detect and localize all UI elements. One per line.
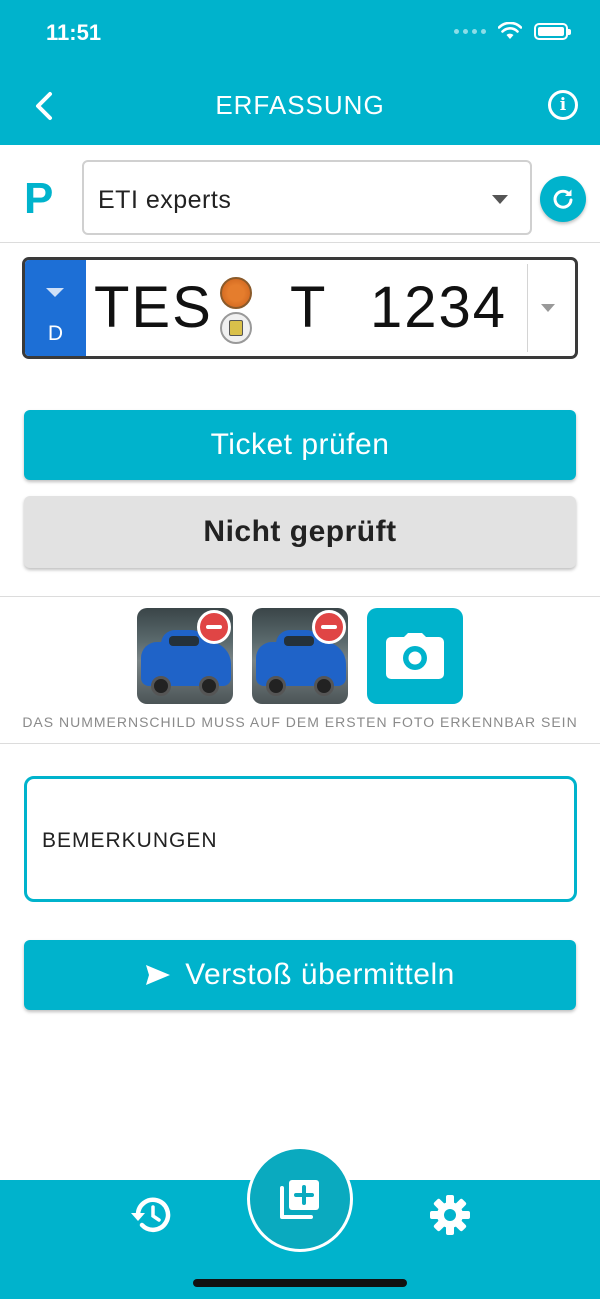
wifi-icon: [498, 22, 522, 39]
home-indicator: [193, 1279, 407, 1287]
new-capture-button[interactable]: [247, 1146, 353, 1252]
remove-photo-button[interactable]: [197, 610, 231, 644]
photo-thumbnail[interactable]: [137, 608, 233, 704]
plate-country-code: D: [47, 322, 64, 345]
gear-icon: [430, 1195, 470, 1235]
page-title: ERFASSUNG: [215, 90, 385, 120]
divider: [0, 743, 600, 744]
registration-seal-icon: [220, 312, 252, 344]
plate-history-dropdown[interactable]: [527, 264, 567, 352]
camera-icon: [386, 633, 444, 679]
divider: [0, 596, 600, 597]
submit-violation-label: Verstoß übermitteln: [185, 958, 455, 991]
chevron-down-icon: [492, 195, 508, 204]
car-wheel: [314, 676, 334, 696]
photo-thumbnail[interactable]: [252, 608, 348, 704]
refresh-icon: [553, 189, 573, 209]
license-plate[interactable]: D TES T 1234: [22, 257, 578, 359]
chevron-down-icon: [46, 288, 64, 297]
car-wheel: [151, 676, 171, 696]
history-tab[interactable]: [128, 1193, 172, 1237]
parking-icon: P: [24, 174, 54, 223]
not-checked-button[interactable]: Nicht geprüft: [24, 496, 576, 568]
info-button[interactable]: i: [548, 90, 578, 120]
status-indicators: [454, 22, 571, 40]
battery-icon: [534, 22, 571, 40]
operator-select-value: ETI experts: [98, 186, 232, 214]
car-wheel: [266, 676, 286, 696]
plate-country-selector[interactable]: D: [25, 260, 86, 356]
inspection-seal-icon: [220, 277, 252, 309]
minus-icon: [321, 625, 337, 629]
plate-number[interactable]: 1234: [370, 274, 507, 341]
check-ticket-button[interactable]: Ticket prüfen: [24, 410, 576, 480]
plate-letters[interactable]: T: [290, 274, 327, 341]
plate-seals: [220, 277, 254, 344]
plate-district[interactable]: TES: [94, 274, 213, 341]
send-icon: [146, 965, 171, 985]
remove-photo-button[interactable]: [312, 610, 346, 644]
status-time: 11:51: [46, 20, 102, 45]
submit-violation-button[interactable]: Verstoß übermitteln: [24, 940, 576, 1010]
history-icon: [131, 1197, 171, 1233]
remarks-input[interactable]: BEMERKUNGEN: [24, 776, 577, 902]
refresh-button[interactable]: [540, 176, 586, 222]
app-header: 11:51 ERFASSUNG i: [0, 0, 600, 145]
add-photo-button[interactable]: [367, 608, 463, 704]
info-icon: i: [559, 95, 567, 115]
signal-icon: [454, 28, 486, 34]
photo-hint: DAS NUMMERNSCHILD MUSS AUF DEM ERSTEN FO…: [22, 714, 578, 730]
divider: [0, 242, 600, 243]
settings-tab[interactable]: [426, 1191, 474, 1239]
operator-select[interactable]: ETI experts: [82, 160, 532, 235]
chevron-down-icon: [540, 304, 555, 312]
minus-icon: [206, 625, 222, 629]
add-photo-icon: [280, 1180, 319, 1219]
car-wheel: [199, 676, 219, 696]
remarks-placeholder: BEMERKUNGEN: [42, 829, 218, 852]
